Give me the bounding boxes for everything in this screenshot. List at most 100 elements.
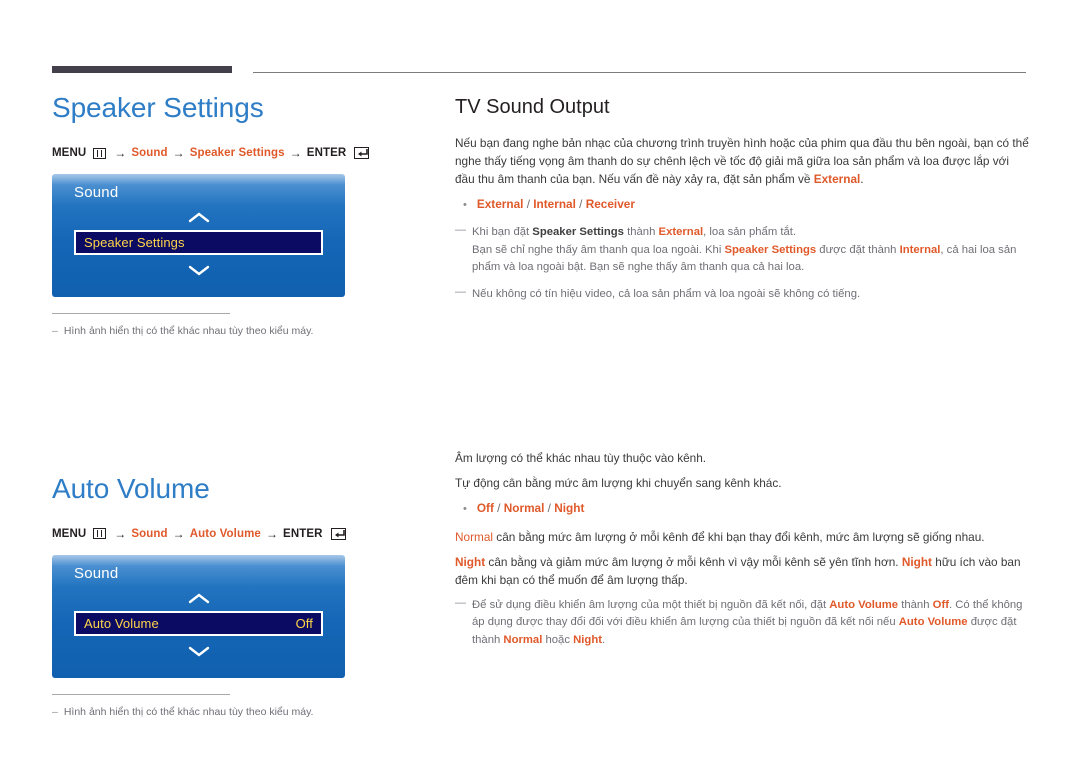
highlight-night-2: Night (901, 554, 932, 569)
menu-path-speaker-settings: MENU → Sound → Speaker Settings → ENTER (52, 146, 432, 160)
arrow-icon-3: → (265, 526, 279, 541)
intro-highlight-external: External (813, 171, 861, 186)
arrow-icon-1: → (114, 526, 127, 541)
option-external[interactable]: External (477, 197, 524, 211)
footnote-1: – Hình ảnh hiển thị có thể khác nhau tùy… (52, 324, 432, 339)
option-internal[interactable]: Internal (533, 197, 576, 211)
menu-path-step-sound[interactable]: Sound (131, 528, 167, 540)
menu-path-step-speaker-settings[interactable]: Speaker Settings (190, 147, 285, 159)
osd-selected-row[interactable]: Speaker Settings (74, 230, 323, 255)
left-column: Speaker Settings MENU → Sound → Speaker … (52, 92, 432, 719)
column-spacer (52, 339, 432, 473)
arrow-icon-2: → (172, 526, 185, 541)
note-part: được đặt thành (816, 243, 900, 256)
note-highlight-auto-volume-1: Auto Volume (829, 598, 899, 611)
enter-key-icon (330, 527, 346, 540)
header-rule-thin (253, 72, 1026, 73)
paragraph-tv-sound-intro: Nếu bạn đang nghe bản nhạc của chương tr… (455, 135, 1030, 189)
right-column: TV Sound Output Nếu bạn đang nghe bản nh… (455, 96, 1030, 658)
page-title-auto-volume: Auto Volume (52, 472, 210, 504)
note-part: thành (898, 598, 933, 611)
note-part: , loa sản phẩm tắt. (703, 226, 797, 239)
option-normal[interactable]: Normal (504, 501, 545, 515)
return-arrow-icon (334, 529, 345, 538)
osd-selected-row[interactable]: Auto Volume Off (74, 610, 323, 636)
option-off[interactable]: Off (477, 501, 494, 515)
arrow-icon-1: → (114, 146, 127, 160)
note-highlight-speaker-settings: Speaker Settings (724, 243, 817, 256)
note-highlight-off: Off (932, 598, 949, 611)
footnote-divider (52, 313, 230, 314)
footnote-text: Hình ảnh hiển thị có thể khác nhau tùy t… (63, 325, 314, 337)
note-highlight-internal: Internal (899, 243, 941, 256)
note-part: thành (623, 226, 659, 239)
enter-label: ENTER (283, 527, 323, 540)
osd-panel-auto-volume: Sound Auto Volume Off (52, 554, 345, 678)
menu-path-auto-volume: MENU → Sound → Auto Volume → ENTER (52, 527, 432, 541)
osd-panel-speaker-settings: Sound Speaker Settings (52, 174, 345, 297)
osd-row-label: Speaker Settings (84, 235, 185, 250)
note-text: Để sử dụng điều khiển âm lượng của một t… (472, 597, 1030, 650)
bullet-icon: • (463, 503, 467, 516)
osd-row-value: Off (295, 615, 313, 631)
menu-label: MENU (52, 147, 87, 159)
option-night[interactable]: Night (554, 501, 584, 515)
note-dash-icon: ― (455, 596, 466, 609)
note-highlight-auto-volume-2: Auto Volume (898, 616, 968, 629)
header-rule-thick (52, 66, 232, 73)
note-highlight-normal: Normal (503, 633, 543, 646)
note-no-video-signal: ― Nếu không có tín hiệu video, cả loa sả… (455, 286, 1030, 304)
osd-scroll-up-icon[interactable] (52, 210, 345, 228)
night-desc-text-a: cân bằng và giảm mức âm lượng ở mỗi kênh… (485, 554, 902, 569)
note-auto-volume-source-device: ― Để sử dụng điều khiển âm lượng của một… (455, 597, 1030, 650)
option-separator: / (575, 196, 586, 211)
intro-text: Nếu bạn đang nghe bản nhạc của chương tr… (455, 136, 1029, 186)
option-receiver[interactable]: Receiver (586, 197, 635, 211)
footnote-dash: – (52, 325, 58, 337)
osd-row-label: Auto Volume (84, 615, 159, 631)
highlight-night-1: Night (455, 554, 486, 569)
footnote-2: – Hình ảnh hiển thị có thể khác nhau tùy… (52, 705, 432, 720)
footnote-block-2: – Hình ảnh hiển thị có thể khác nhau tùy… (52, 693, 432, 720)
option-separator: / (493, 501, 504, 516)
osd-menu-title: Sound (74, 184, 119, 201)
menu-path-step-auto-volume[interactable]: Auto Volume (190, 528, 261, 540)
footnote-block-1: – Hình ảnh hiển thị có thể khác nhau tùy… (52, 313, 432, 339)
menu-path-step-sound[interactable]: Sound (131, 147, 167, 159)
note-dash-icon: ― (455, 224, 466, 237)
note-part: Để sử dụng điều khiển âm lượng của một t… (472, 598, 830, 611)
note-dash-icon: ― (455, 285, 466, 298)
options-list-tv-sound-output: • External / Internal / Receiver (455, 196, 1030, 215)
note-part: Khi bạn đặt (472, 226, 533, 239)
normal-desc-text: cân bằng mức âm lượng ở mỗi kênh để khi … (493, 529, 985, 544)
right-column-spacer (455, 312, 1030, 450)
osd-scroll-down-icon[interactable] (52, 263, 345, 281)
osd-scroll-up-icon[interactable] (52, 591, 345, 609)
options-list-auto-volume: • Off / Normal / Night (455, 500, 1030, 519)
options-text: Off / Normal / Night (477, 500, 585, 519)
options-text: External / Internal / Receiver (477, 196, 635, 215)
paragraph-night-desc: Night cân bằng và giảm mức âm lượng ở mỗ… (455, 554, 1030, 590)
note-part: hoặc (542, 633, 574, 646)
paragraph-auto-volume-1: Âm lượng có thể khác nhau tùy thuộc vào … (455, 451, 707, 466)
subsection-title-tv-sound-output: TV Sound Output (455, 96, 610, 118)
osd-scroll-down-icon[interactable] (52, 644, 345, 662)
note-text: Nếu không có tín hiệu video, cả loa sản … (472, 287, 861, 300)
option-separator: / (544, 501, 555, 516)
paragraph-normal-desc: Normal cân bằng mức âm lượng ở mỗi kênh … (455, 529, 1030, 547)
header-rules (0, 66, 1080, 76)
note-bold-speaker-settings: Speaker Settings (532, 226, 624, 239)
note-speaker-settings-external: ― Khi bạn đặt Speaker Settings thành Ext… (455, 224, 1030, 277)
page-root: { "colors": { "heading_blue": "#2e7dc6",… (0, 0, 1080, 763)
bullet-icon: • (463, 198, 467, 211)
arrow-icon-3: → (289, 146, 302, 160)
page-title-speaker-settings: Speaker Settings (52, 92, 264, 123)
footnote-dash: – (52, 705, 58, 718)
arrow-icon-2: → (172, 146, 185, 160)
note-highlight-night: Night (573, 633, 602, 646)
menu-icon (93, 528, 107, 540)
footnote-text: Hình ảnh hiển thị có thể khác nhau tùy t… (63, 705, 314, 718)
option-separator: / (523, 196, 534, 211)
paragraph-auto-volume-2: Tự động cân bằng mức âm lượng khi chuyển… (455, 476, 782, 491)
enter-key-icon (354, 147, 370, 159)
